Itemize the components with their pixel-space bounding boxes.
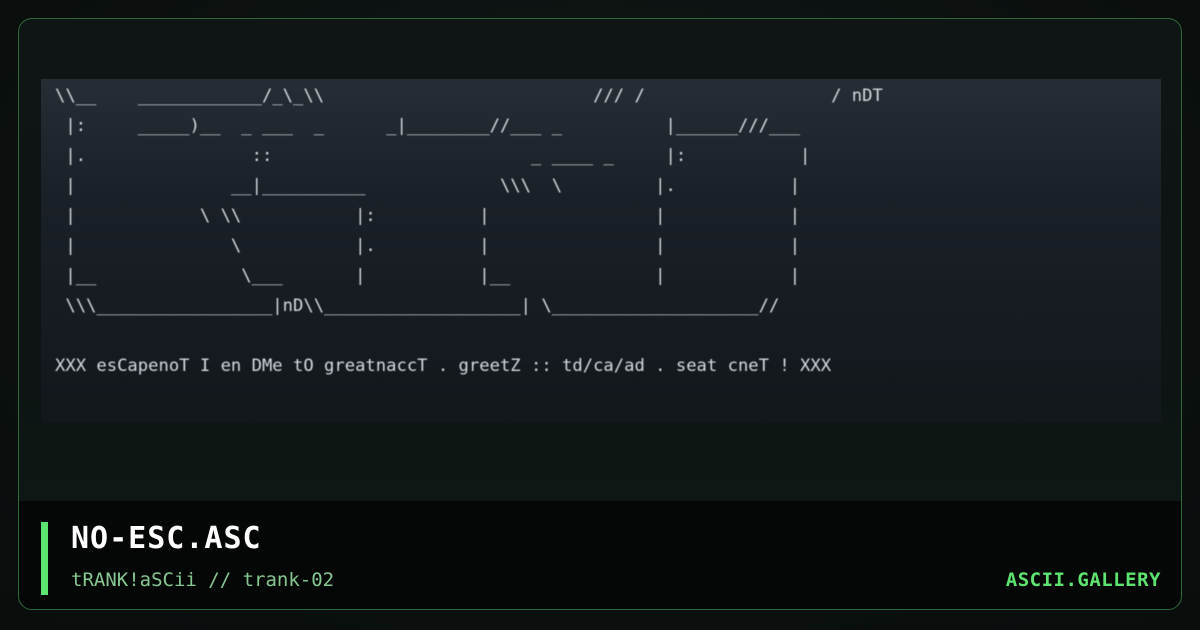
artwork-title: NO-ESC.ASC	[71, 521, 262, 556]
ascii-art-text: \\__ ____________/_\_\\ /// / / nDT |: _…	[55, 86, 883, 376]
card-footer: NO-ESC.ASC tRANK!aSCii // trank-02 ASCII…	[19, 501, 1181, 609]
preview-card[interactable]: \\__ ____________/_\_\\ /// / / nDT |: _…	[18, 18, 1182, 610]
site-brand[interactable]: ASCII.GALLERY	[1006, 569, 1161, 591]
accent-bar	[41, 522, 48, 595]
artwork-subtitle: tRANK!aSCii // trank-02	[71, 569, 335, 591]
page: \\__ ____________/_\_\\ /// / / nDT |: _…	[0, 0, 1200, 630]
ascii-art-image: \\__ ____________/_\_\\ /// / / nDT |: _…	[41, 79, 1161, 423]
